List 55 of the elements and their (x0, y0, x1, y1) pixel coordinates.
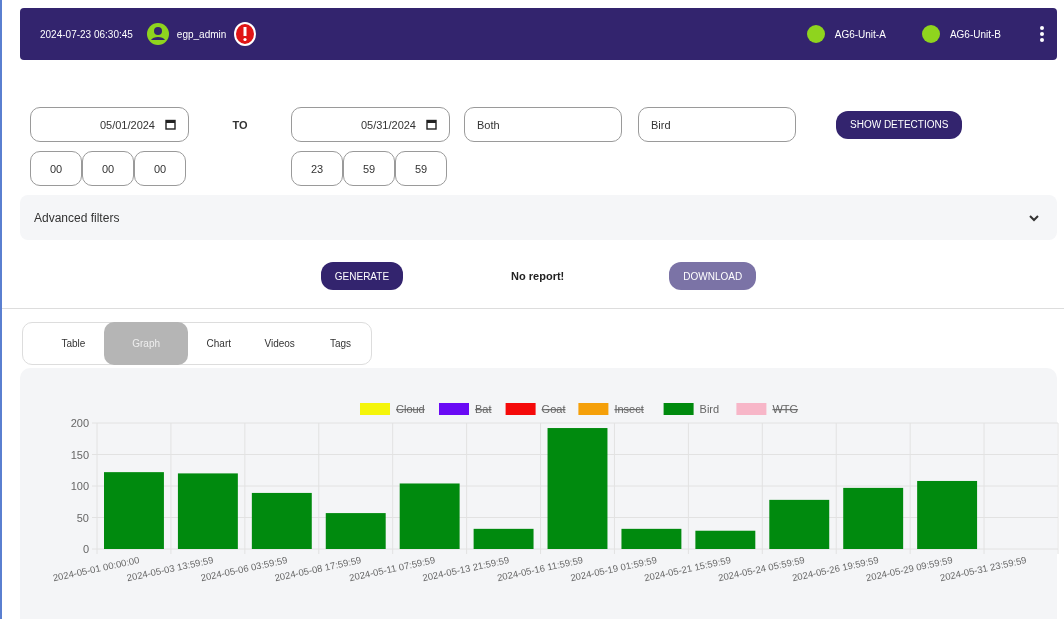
time-field[interactable]: 23 (291, 151, 343, 186)
legend-label[interactable]: Goat (541, 403, 566, 415)
bar (695, 530, 756, 549)
axis-tick-label: 200 (70, 417, 89, 429)
legend-label[interactable]: Cloud (396, 403, 425, 415)
bar (325, 513, 386, 549)
legend-label[interactable]: Bat (475, 403, 492, 415)
bar (621, 528, 682, 549)
date-field[interactable]: 05/31/2024 (291, 107, 450, 142)
species-field[interactable]: Bird (638, 107, 796, 142)
legend-swatch[interactable] (360, 403, 390, 415)
bar (473, 528, 534, 549)
show-detections-button[interactable]: SHOW DETECTIONS (836, 110, 963, 139)
legend-label[interactable]: Insect (614, 403, 644, 415)
time-field[interactable]: 00 (82, 151, 134, 186)
calendar-icon[interactable] (165, 119, 176, 130)
unit-name: AG6-Unit-A (834, 28, 886, 40)
username: egp_admin (176, 28, 227, 40)
time-field[interactable]: 00 (30, 151, 82, 186)
legend-swatch[interactable] (663, 403, 694, 415)
bar (843, 487, 904, 549)
legend-swatch[interactable] (578, 403, 609, 415)
alert-icon[interactable] (234, 22, 257, 46)
legend-swatch[interactable] (736, 403, 767, 415)
date-field[interactable]: 05/01/2024 (30, 107, 189, 142)
bar (917, 480, 978, 549)
user-icon (146, 23, 169, 45)
bar (769, 499, 830, 549)
axis-tick-label: 150 (70, 448, 89, 461)
legend-swatch[interactable] (505, 403, 536, 415)
bar (251, 492, 312, 549)
more-menu-icon[interactable] (1039, 25, 1045, 43)
type-field[interactable]: Both (464, 107, 622, 142)
legend-label[interactable]: Bird (699, 403, 720, 415)
datetime: 2024-07-23 06:30:45 (40, 28, 133, 40)
tab[interactable]: Videos (249, 322, 311, 365)
advanced-filters-panel[interactable]: Advanced filters (20, 195, 1057, 240)
time-field[interactable]: 00 (134, 151, 186, 186)
calendar-icon[interactable] (426, 119, 437, 130)
axis-tick-label: 50 (76, 511, 89, 524)
time-field[interactable]: 59 (395, 151, 447, 186)
axis-tick-label: 0 (82, 543, 89, 555)
time-field[interactable]: 59 (343, 151, 395, 186)
bar (399, 483, 460, 549)
legend-swatch[interactable] (439, 403, 469, 415)
report-status: No report! (511, 270, 565, 282)
chevron-down-icon[interactable] (1029, 213, 1039, 222)
generate-button[interactable]: GENERATE (320, 262, 404, 290)
legend-label[interactable]: WTG (772, 403, 799, 415)
unit-name: AG6-Unit-B (949, 28, 1001, 40)
axis-tick-label: 100 (70, 480, 89, 492)
tab[interactable]: Tags (310, 322, 371, 365)
tab[interactable]: Chart (188, 322, 250, 365)
range-label: TO (231, 118, 249, 131)
tab[interactable]: Table (43, 322, 104, 365)
